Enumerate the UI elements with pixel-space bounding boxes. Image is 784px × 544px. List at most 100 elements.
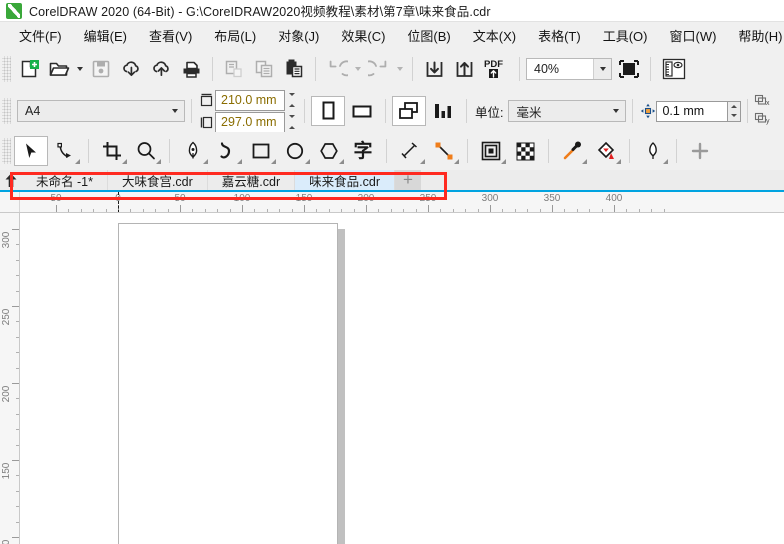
copy-button[interactable] bbox=[249, 54, 279, 84]
new-document-button[interactable] bbox=[14, 54, 44, 84]
connector-tool-flyout[interactable] bbox=[454, 159, 459, 164]
crop-tool-button[interactable] bbox=[95, 136, 129, 166]
color-eyedropper-button[interactable] bbox=[555, 136, 589, 166]
menu-table[interactable]: 表格(T) bbox=[527, 23, 592, 48]
tab-scroll-up-button[interactable] bbox=[0, 170, 22, 190]
portrait-orientation-button[interactable] bbox=[311, 96, 345, 126]
all-pages-button[interactable] bbox=[392, 96, 426, 126]
ruler-minor-tick bbox=[502, 209, 504, 212]
cloud-download-icon bbox=[122, 60, 139, 76]
export-pdf-button[interactable]: PDF bbox=[479, 54, 513, 84]
fit-to-window-button[interactable] bbox=[614, 54, 644, 84]
crop-tool-flyout[interactable] bbox=[122, 159, 127, 164]
property-bar-grip[interactable] bbox=[2, 98, 11, 124]
undo-dropdown[interactable] bbox=[352, 54, 364, 84]
nudge-distance-input[interactable]: 0.1 mm bbox=[656, 100, 729, 122]
tab-dawei-shigong[interactable]: 大味食宫.cdr bbox=[107, 170, 208, 190]
tab-untitled-1[interactable]: 未命名 -1* bbox=[22, 170, 108, 190]
menu-file[interactable]: 文件(F) bbox=[8, 23, 73, 48]
cut-button[interactable] bbox=[219, 54, 249, 84]
polygon-tool-flyout[interactable] bbox=[339, 159, 344, 164]
menu-view[interactable]: 查看(V) bbox=[138, 23, 203, 48]
cloud-upload-button[interactable] bbox=[146, 54, 176, 84]
page-size-combo[interactable]: A4 bbox=[17, 100, 185, 122]
open-document-dropdown[interactable] bbox=[74, 54, 86, 84]
dimension-tool-flyout[interactable] bbox=[420, 159, 425, 164]
redo-dropdown[interactable] bbox=[394, 54, 406, 84]
units-combo[interactable]: 毫米 bbox=[508, 100, 627, 122]
dimension-tool-button[interactable] bbox=[393, 136, 427, 166]
zoom-tool-flyout[interactable] bbox=[156, 159, 161, 164]
page-width-input[interactable]: 210.0 mm bbox=[215, 89, 285, 111]
menu-object[interactable]: 对象(J) bbox=[267, 23, 330, 48]
duplicate-offset-y-button[interactable]: y bbox=[754, 112, 772, 128]
menu-bitmap[interactable]: 位图(B) bbox=[396, 23, 461, 48]
cloud-download-button[interactable] bbox=[116, 54, 146, 84]
drawing-canvas[interactable] bbox=[20, 213, 784, 544]
menu-text[interactable]: 文本(X) bbox=[462, 23, 527, 48]
menu-tools[interactable]: 工具(O) bbox=[592, 23, 659, 48]
ellipse-tool-flyout[interactable] bbox=[305, 159, 310, 164]
new-tab-button[interactable]: + bbox=[394, 170, 421, 190]
print-button[interactable] bbox=[176, 54, 206, 84]
freehand-tool-button[interactable] bbox=[176, 136, 210, 166]
rectangle-tool-flyout[interactable] bbox=[271, 159, 276, 164]
freehand-tool-flyout[interactable] bbox=[203, 159, 208, 164]
current-page-button[interactable] bbox=[426, 96, 460, 126]
zoom-tool-button[interactable] bbox=[129, 136, 163, 166]
pick-tool-button[interactable] bbox=[14, 136, 48, 166]
zoom-level-dropdown[interactable] bbox=[593, 59, 611, 79]
menu-window[interactable]: 窗口(W) bbox=[658, 23, 727, 48]
blend-tool-flyout[interactable] bbox=[501, 159, 506, 164]
vertical-ruler[interactable]: 300 250 200 150 100 bbox=[0, 213, 20, 544]
import-button[interactable] bbox=[419, 54, 449, 84]
export-button[interactable] bbox=[449, 54, 479, 84]
menu-help[interactable]: 帮助(H) bbox=[727, 23, 784, 48]
tab-jiayuntang[interactable]: 嘉云糖.cdr bbox=[207, 170, 296, 190]
menu-effects[interactable]: 效果(C) bbox=[330, 23, 396, 48]
toolbox-grip[interactable] bbox=[2, 138, 11, 164]
open-document-button[interactable] bbox=[44, 54, 74, 84]
polygon-tool-button[interactable] bbox=[312, 136, 346, 166]
landscape-orientation-button[interactable] bbox=[345, 96, 379, 126]
tab-weilai-shipin[interactable]: 味来食品.cdr bbox=[295, 170, 395, 190]
units-dropdown[interactable] bbox=[607, 109, 625, 113]
artistic-media-tool-button[interactable] bbox=[210, 136, 244, 166]
add-tool-button[interactable] bbox=[683, 136, 717, 166]
menu-edit[interactable]: 编辑(E) bbox=[73, 23, 138, 48]
nudge-distance-spinner[interactable] bbox=[728, 100, 742, 122]
page-size-dropdown[interactable] bbox=[166, 109, 184, 113]
duplicate-offset-x-icon: x bbox=[755, 94, 770, 107]
paste-button[interactable] bbox=[279, 54, 309, 84]
outline-pen-flyout[interactable] bbox=[663, 159, 668, 164]
save-button[interactable] bbox=[86, 54, 116, 84]
eyedropper-flyout[interactable] bbox=[582, 159, 587, 164]
ruler-minor-tick bbox=[378, 209, 380, 212]
page-width-spinner[interactable] bbox=[285, 90, 298, 111]
shape-tool-button[interactable] bbox=[48, 136, 82, 166]
outline-pen-button[interactable] bbox=[636, 136, 670, 166]
duplicate-offset-x-button[interactable]: x bbox=[754, 94, 772, 110]
document-page[interactable] bbox=[118, 223, 338, 544]
text-tool-button[interactable]: 字 bbox=[346, 136, 380, 166]
toolbar-grip[interactable] bbox=[2, 56, 11, 82]
blend-tool-button[interactable] bbox=[474, 136, 508, 166]
artistic-media-tool-flyout[interactable] bbox=[237, 159, 242, 164]
ellipse-tool-button[interactable] bbox=[278, 136, 312, 166]
ruler-major-tick bbox=[56, 205, 57, 212]
page-height-input[interactable]: 297.0 mm bbox=[215, 111, 285, 133]
redo-button[interactable] bbox=[364, 54, 394, 84]
horizontal-ruler[interactable]: 50 0 50 100 150 200 250 300 350 400 bbox=[0, 192, 784, 213]
zoom-level-combo[interactable]: 40% bbox=[526, 58, 612, 80]
view-options-button[interactable] bbox=[657, 54, 691, 84]
menu-layout[interactable]: 布局(L) bbox=[203, 23, 267, 48]
undo-button[interactable] bbox=[322, 54, 352, 84]
connector-tool-button[interactable] bbox=[427, 136, 461, 166]
transparency-tool-button[interactable] bbox=[508, 136, 542, 166]
interactive-fill-button[interactable] bbox=[589, 136, 623, 166]
interactive-fill-flyout[interactable] bbox=[616, 159, 621, 164]
ruler-corner[interactable] bbox=[0, 192, 20, 212]
rectangle-tool-button[interactable] bbox=[244, 136, 278, 166]
page-height-spinner[interactable] bbox=[285, 112, 298, 133]
shape-tool-flyout[interactable] bbox=[75, 159, 80, 164]
